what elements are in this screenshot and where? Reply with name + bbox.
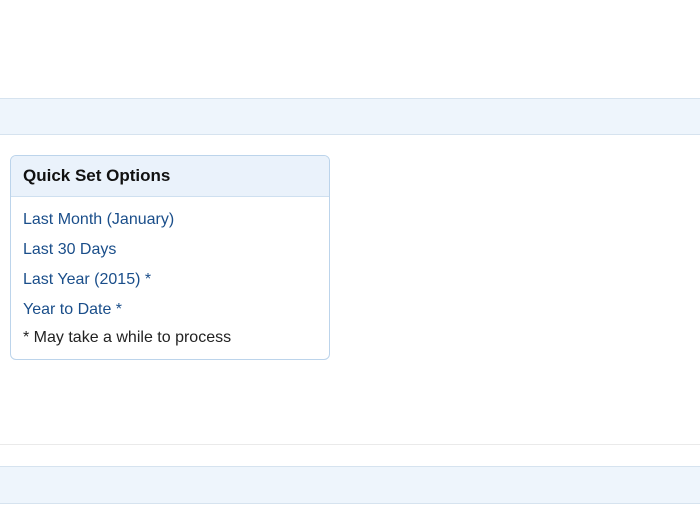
option-last-30-days[interactable]: Last 30 Days (23, 241, 317, 259)
header-band (0, 98, 700, 135)
panel-body: Last Month (January) Last 30 Days Last Y… (11, 197, 329, 359)
option-year-to-date[interactable]: Year to Date * (23, 301, 317, 319)
option-last-year[interactable]: Last Year (2015) * (23, 271, 317, 289)
footnote-text: * May take a while to process (23, 329, 317, 347)
panel-title: Quick Set Options (11, 156, 329, 197)
quick-set-options-panel: Quick Set Options Last Month (January) L… (10, 155, 330, 360)
divider (0, 444, 700, 445)
option-last-month[interactable]: Last Month (January) (23, 211, 317, 229)
footer-band (0, 466, 700, 504)
